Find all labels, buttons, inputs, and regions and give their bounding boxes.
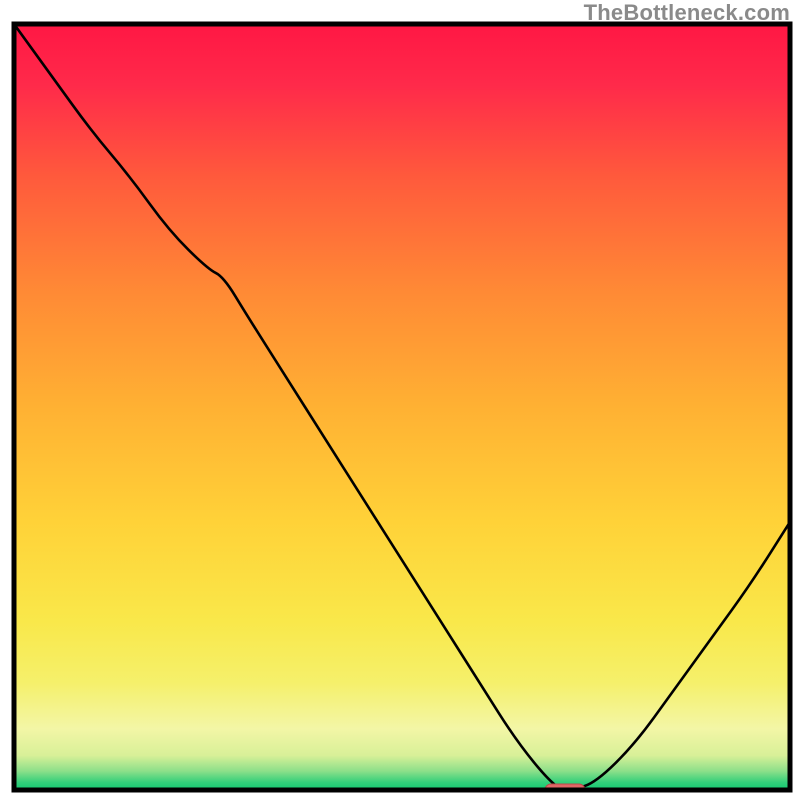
gradient-background: [14, 24, 790, 790]
bottleneck-chart: [0, 0, 800, 800]
chart-container: TheBottleneck.com: [0, 0, 800, 800]
watermark-text: TheBottleneck.com: [584, 0, 790, 26]
